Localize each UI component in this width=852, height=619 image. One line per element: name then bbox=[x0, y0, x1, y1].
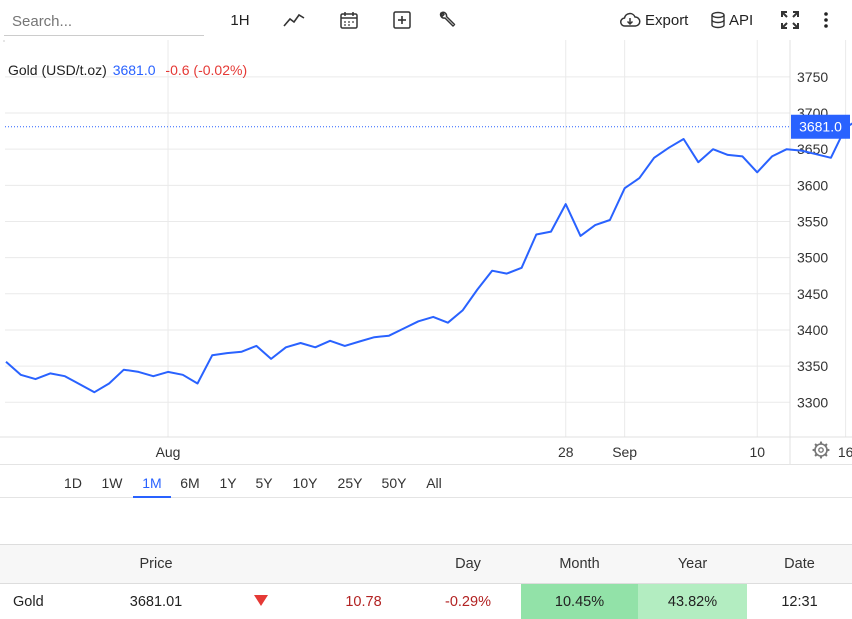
search-input[interactable] bbox=[4, 8, 204, 36]
x-tick-label: 10 bbox=[749, 444, 765, 460]
price-series-line bbox=[5, 122, 852, 394]
range-25y[interactable]: 25Y bbox=[334, 465, 366, 498]
header-year: Year bbox=[638, 544, 747, 584]
toolbar: 1H Export API bbox=[0, 0, 852, 40]
range-50y[interactable]: 50Y bbox=[378, 465, 410, 498]
more-menu-icon[interactable] bbox=[818, 8, 834, 32]
settings-icon[interactable] bbox=[812, 441, 830, 459]
y-tick-label: 3300 bbox=[797, 394, 828, 410]
header-direction bbox=[209, 544, 312, 584]
range-5y[interactable]: 5Y bbox=[252, 465, 276, 498]
range-1d[interactable]: 1D bbox=[62, 465, 84, 498]
range-1y[interactable]: 1Y bbox=[217, 465, 239, 498]
calendar-icon[interactable] bbox=[339, 8, 359, 32]
row-date: 12:31 bbox=[781, 594, 818, 611]
database-icon bbox=[711, 11, 725, 29]
down-arrow-icon bbox=[253, 595, 268, 607]
range-1m[interactable]: 1M bbox=[133, 465, 171, 498]
y-tick-label: 3650 bbox=[797, 141, 828, 157]
range-all[interactable]: All bbox=[422, 465, 446, 498]
last-price-label: 3681.0 bbox=[799, 119, 842, 135]
row-direction bbox=[209, 584, 312, 619]
wrench-icon[interactable] bbox=[437, 8, 457, 32]
export-label: Export bbox=[645, 11, 689, 29]
range-selector: 1D 1W 1M 6M 1Y 5Y 10Y 25Y 50Y All bbox=[0, 464, 852, 498]
y-tick-label: 3750 bbox=[797, 69, 828, 85]
row-year: 43.82% bbox=[638, 583, 747, 619]
range-10y[interactable]: 10Y bbox=[289, 465, 321, 498]
api-label: API bbox=[729, 11, 754, 29]
price-chart[interactable]: 3300335034003450350035503600365037003750… bbox=[0, 40, 852, 464]
quote-header-row: Price Day Month Year Date bbox=[0, 544, 852, 584]
fullscreen-icon[interactable] bbox=[779, 8, 801, 32]
x-tick-label: Aug bbox=[156, 444, 181, 460]
header-price: Price bbox=[103, 544, 209, 584]
header-change bbox=[312, 544, 415, 584]
row-price: 3681.01 bbox=[129, 594, 183, 611]
row-name[interactable]: Gold bbox=[0, 584, 103, 619]
header-day: Day bbox=[415, 544, 521, 584]
api-button[interactable]: API bbox=[710, 8, 758, 32]
row-day: -0.29% bbox=[445, 594, 491, 611]
range-1w[interactable]: 1W bbox=[99, 465, 125, 498]
chart-type-icon[interactable] bbox=[283, 8, 305, 32]
add-indicator-icon[interactable] bbox=[392, 8, 412, 32]
row-month: 10.45% bbox=[521, 583, 638, 619]
chart-area[interactable]: 3300 3350 3400 3450 3500 3550 3600 3650 3700 3750… bbox=[0, 40, 852, 464]
legend-change: -0.6 (-0.02%) bbox=[165, 62, 248, 78]
x-tick-label: 16 bbox=[838, 444, 852, 460]
chart-legend: Gold (USD/t.oz) 3681.0 -0.6 (-0.02%) bbox=[8, 62, 247, 78]
y-tick-label: 3550 bbox=[797, 213, 828, 229]
table-row[interactable]: Gold 3681.01 10.78 -0.29% 10.45% 43.82% … bbox=[0, 583, 852, 619]
x-tick-label: Sep bbox=[612, 444, 637, 460]
row-change: 10.78 bbox=[345, 594, 382, 611]
y-tick-label: 3500 bbox=[797, 250, 828, 266]
header-month: Month bbox=[521, 544, 638, 584]
range-6m[interactable]: 6M bbox=[177, 465, 203, 498]
interval-button[interactable]: 1H bbox=[228, 8, 252, 32]
quote-table: Price Day Month Year Date Gold 3681.01 1… bbox=[0, 544, 852, 619]
x-tick-label: 28 bbox=[558, 444, 574, 460]
y-tick-label: 3600 bbox=[797, 177, 828, 193]
legend-price: 3681.0 bbox=[112, 62, 156, 78]
header-date: Date bbox=[747, 544, 852, 584]
y-tick-label: 3400 bbox=[797, 322, 828, 338]
export-button[interactable]: Export bbox=[619, 8, 691, 32]
y-tick-label: 3350 bbox=[797, 358, 828, 374]
legend-symbol: Gold (USD/t.oz) bbox=[8, 62, 107, 78]
header-name bbox=[0, 544, 103, 584]
y-tick-label: 3450 bbox=[797, 286, 828, 302]
cloud-download-icon bbox=[620, 12, 641, 27]
